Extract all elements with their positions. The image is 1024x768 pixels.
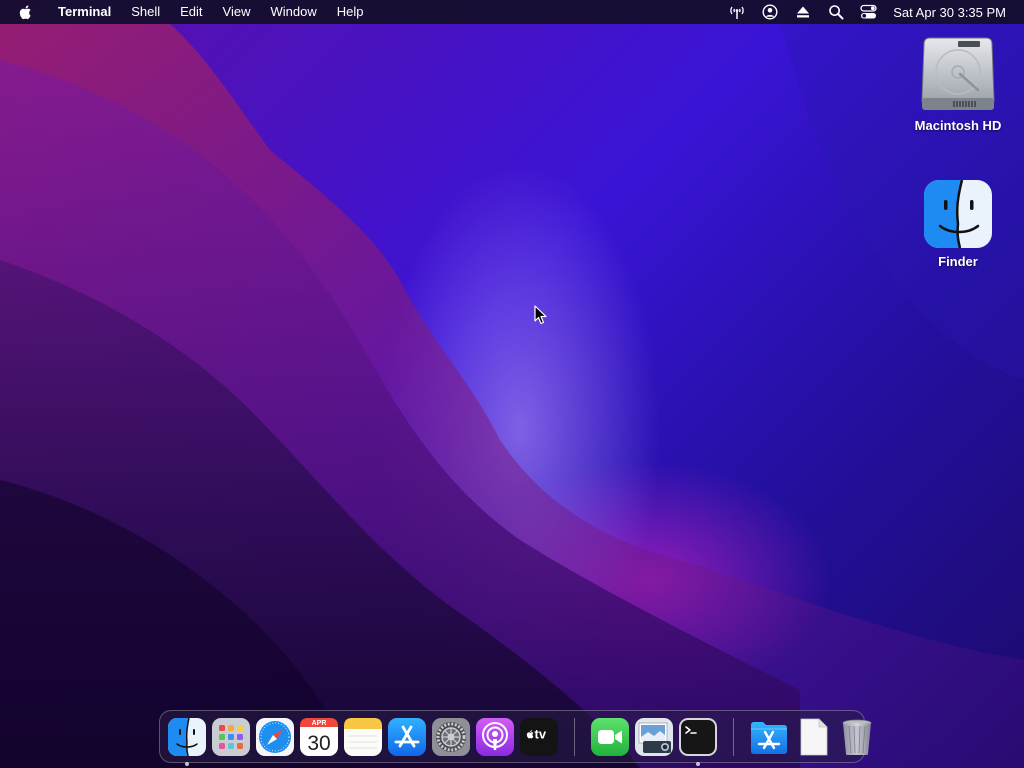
apple-menu-icon[interactable] <box>18 3 34 21</box>
menu-clock[interactable]: Sat Apr 30 3:35 PM <box>893 5 1006 20</box>
desktop-icon-finder[interactable]: Finder <box>910 178 1006 269</box>
dock-separator <box>733 717 734 756</box>
finder-icon <box>924 180 992 248</box>
dock-separator <box>574 717 575 756</box>
menu-view[interactable]: View <box>213 0 261 24</box>
dock-document[interactable] <box>793 717 833 757</box>
applications-folder-icon <box>751 721 787 754</box>
tv-label: tv <box>535 726 547 741</box>
dock-notes[interactable] <box>343 717 383 757</box>
dock-app-store[interactable] <box>387 717 427 757</box>
dock-tv[interactable]: tv <box>519 717 559 757</box>
preview-photos-icon <box>635 717 673 756</box>
wallpaper-monterey <box>0 24 1024 768</box>
dock-system-preferences[interactable] <box>431 717 471 757</box>
dock-facetime[interactable] <box>590 717 630 757</box>
menu-app-name[interactable]: Terminal <box>48 0 121 24</box>
menu-help[interactable]: Help <box>327 0 374 24</box>
safari-compass-icon <box>256 717 294 756</box>
dock-podcasts[interactable] <box>475 717 515 757</box>
mouse-cursor-icon <box>534 305 547 325</box>
calendar-icon: APR 30 <box>300 717 338 756</box>
dock-preview[interactable] <box>634 717 674 757</box>
dock-launchpad[interactable] <box>211 717 251 757</box>
control-center-icon[interactable] <box>860 4 877 21</box>
apple-tv-icon: tv <box>520 717 558 756</box>
calendar-day: 30 <box>307 732 330 755</box>
dock-safari[interactable] <box>255 717 295 757</box>
launchpad-icon <box>212 717 250 756</box>
terminal-prompt-icon <box>679 717 717 756</box>
app-store-icon <box>388 717 426 756</box>
podcasts-icon <box>476 717 514 756</box>
running-indicator <box>185 761 189 766</box>
menu-edit[interactable]: Edit <box>170 0 212 24</box>
dock-applications-folder[interactable] <box>749 717 789 757</box>
desktop-icon-label: Finder <box>938 254 978 269</box>
dock-trash[interactable] <box>837 717 877 757</box>
dock: APR 30 tv <box>159 710 872 766</box>
menu-window[interactable]: Window <box>261 0 327 24</box>
trash-icon <box>842 719 872 755</box>
dock-terminal[interactable] <box>678 717 718 766</box>
hard-drive-icon <box>921 37 995 110</box>
desktop-icon-macintosh-hd[interactable]: Macintosh HD <box>910 36 1006 133</box>
facetime-video-icon <box>591 717 629 756</box>
user-account-icon[interactable] <box>761 4 778 21</box>
notes-icon <box>344 717 382 756</box>
gear-icon <box>432 717 470 756</box>
running-indicator <box>696 761 700 766</box>
spotlight-search-icon[interactable] <box>827 4 844 21</box>
menu-shell[interactable]: Shell <box>121 0 170 24</box>
calendar-month: APR <box>312 720 327 727</box>
document-file-icon <box>800 718 828 755</box>
finder-icon <box>168 717 206 756</box>
menu-bar: Terminal Shell Edit View Window Help Sat… <box>0 0 1024 24</box>
dock-calendar[interactable]: APR 30 <box>299 717 339 757</box>
desktop[interactable]: Terminal Shell Edit View Window Help Sat… <box>0 0 1024 768</box>
desktop-icon-label: Macintosh HD <box>914 118 1002 133</box>
antenna-icon[interactable] <box>728 4 745 21</box>
eject-icon[interactable] <box>794 4 811 21</box>
dock-finder[interactable] <box>167 717 207 766</box>
